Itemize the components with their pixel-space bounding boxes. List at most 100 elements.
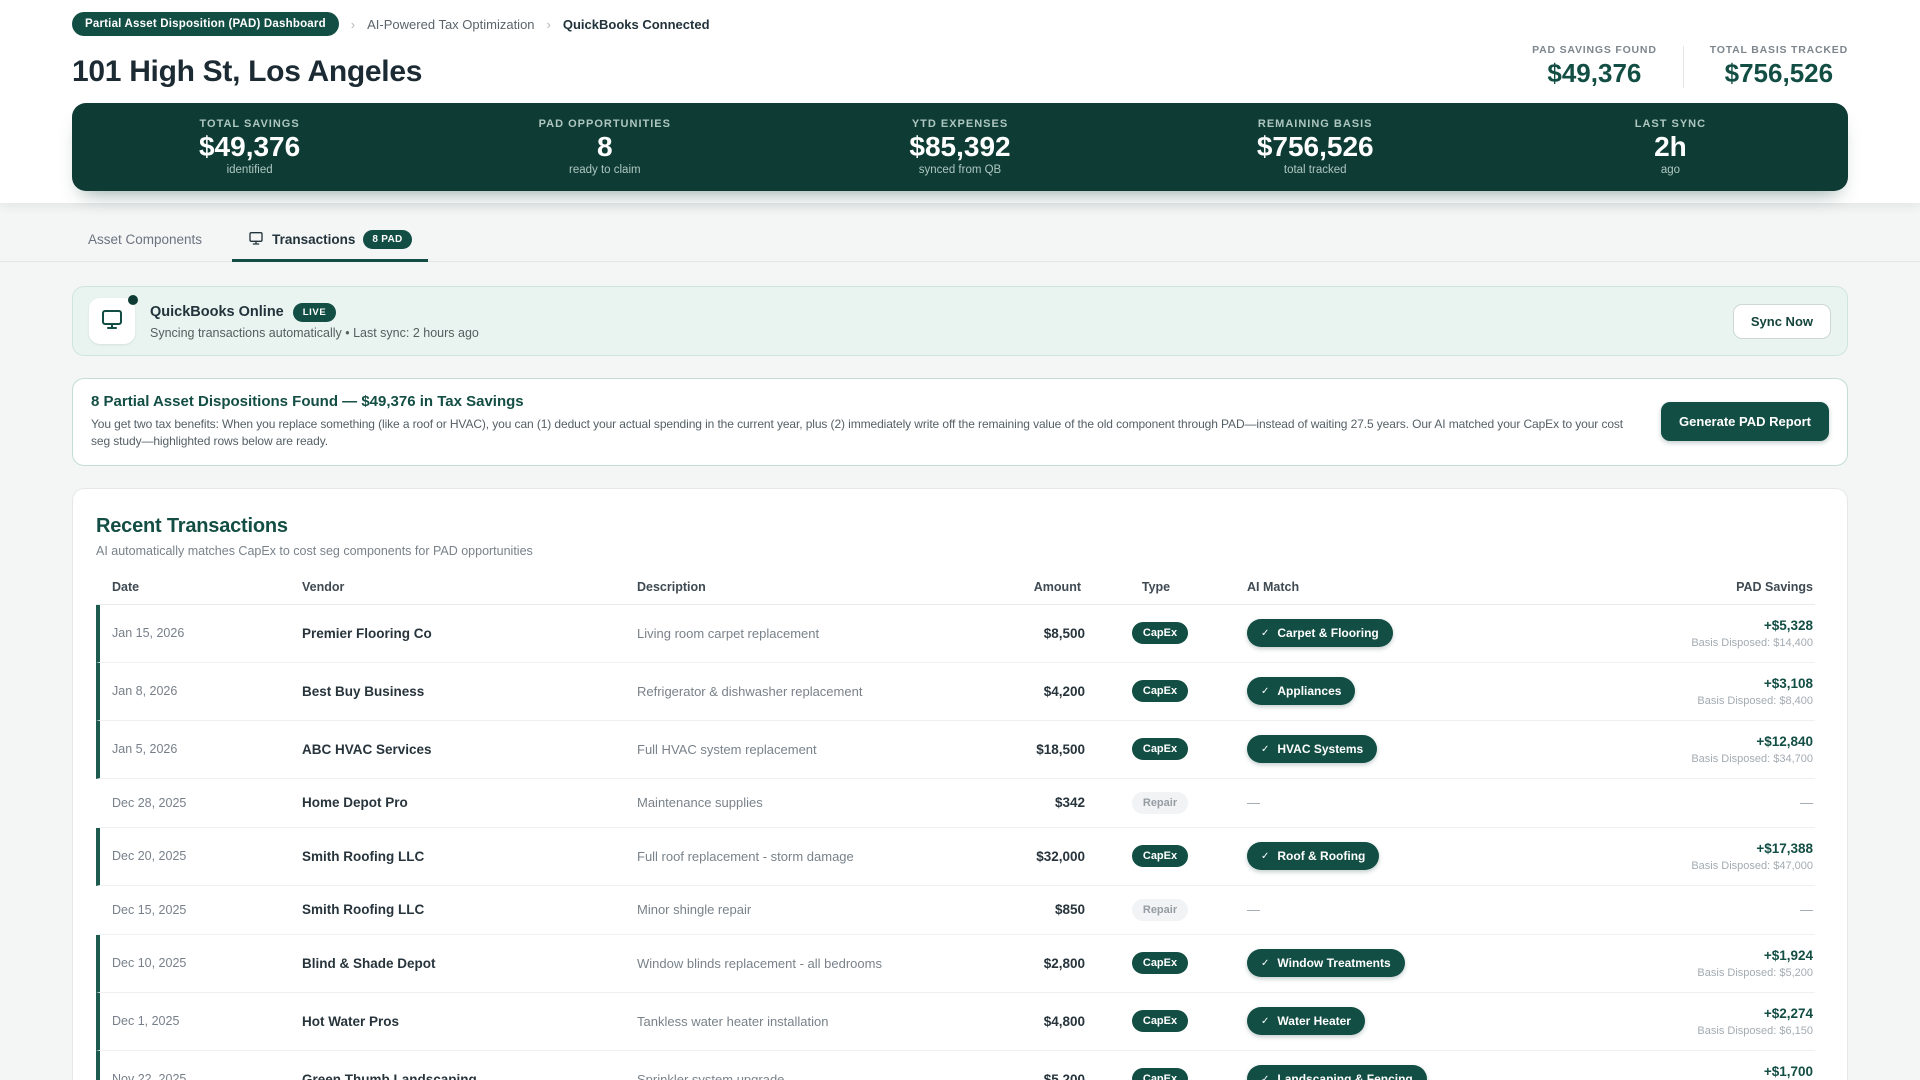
tx-pad-savings: +$1,700Basis Disposed: $4,600 <box>1645 1064 1815 1080</box>
basis-disposed: Basis Disposed: $34,700 <box>1657 753 1813 765</box>
check-icon: ✓ <box>1261 1074 1269 1080</box>
table-row[interactable]: Dec 28, 2025Home Depot ProMaintenance su… <box>96 779 1815 828</box>
ai-match-chip: ✓Roof & Roofing <box>1247 842 1379 870</box>
quickbooks-sync-banner: QuickBooks Online LIVE Syncing transacti… <box>72 286 1848 356</box>
monitor-icon <box>248 230 264 249</box>
generate-pad-report-button[interactable]: Generate PAD Report <box>1661 402 1829 441</box>
tx-vendor: Home Depot Pro <box>290 795 625 810</box>
ai-match-chip: ✓Carpet & Flooring <box>1247 619 1393 647</box>
tx-vendor: Premier Flooring Co <box>290 626 625 641</box>
breadcrumb-item-ai: AI-Powered Tax Optimization <box>367 17 534 32</box>
table-row[interactable]: Jan 5, 2026ABC HVAC ServicesFull HVAC sy… <box>96 721 1815 779</box>
table-row[interactable]: Dec 20, 2025Smith Roofing LLCFull roof r… <box>96 828 1815 886</box>
tx-amount: $342 <box>955 795 1085 810</box>
column-header-vendor: Vendor <box>286 580 621 594</box>
tx-ai-match: ✓Appliances <box>1235 677 1645 705</box>
check-icon: ✓ <box>1261 851 1269 862</box>
savings-amount: +$2,274 <box>1657 1006 1813 1021</box>
stat-last-sync: LAST SYNC 2h ago <box>1493 118 1848 177</box>
tx-pad-savings: — <box>1645 901 1815 919</box>
type-pill: CapEx <box>1132 738 1188 760</box>
stat-total-savings: TOTAL SAVINGS $49,376 identified <box>72 118 427 177</box>
basis-disposed: Basis Disposed: $5,200 <box>1657 967 1813 979</box>
tx-pad-savings: +$3,108Basis Disposed: $8,400 <box>1645 676 1815 707</box>
basis-disposed: Basis Disposed: $14,400 <box>1657 637 1813 649</box>
pad-count-badge: 8 PAD <box>363 230 411 249</box>
type-pill: CapEx <box>1132 845 1188 867</box>
savings-amount: +$12,840 <box>1657 734 1813 749</box>
tx-amount: $2,800 <box>955 956 1085 971</box>
divider <box>1683 46 1684 88</box>
savings-amount: +$17,388 <box>1657 841 1813 856</box>
empty-value: — <box>1800 902 1813 917</box>
section-subtitle: AI automatically matches CapEx to cost s… <box>96 544 1815 558</box>
type-pill: Repair <box>1132 899 1188 921</box>
table-row[interactable]: Dec 10, 2025Blind & Shade DepotWindow bl… <box>96 935 1815 993</box>
summary-stats-bar: TOTAL SAVINGS $49,376 identified PAD OPP… <box>72 103 1848 191</box>
quickbooks-tile <box>89 298 135 344</box>
tab-bar: Asset Components Transactions 8 PAD <box>0 219 1920 262</box>
monitor-icon <box>100 307 124 336</box>
type-pill: Repair <box>1132 792 1188 814</box>
tab-asset-components[interactable]: Asset Components <box>72 219 218 262</box>
tx-date: Dec 1, 2025 <box>100 1014 290 1028</box>
tx-vendor: Smith Roofing LLC <box>290 902 625 917</box>
savings-amount: +$3,108 <box>1657 676 1813 691</box>
tx-pad-savings: +$2,274 Basis Disposed: $6,150 <box>1645 1006 1815 1037</box>
table-row[interactable]: Jan 8, 2026Best Buy BusinessRefrigerator… <box>96 663 1815 721</box>
table-row[interactable]: Dec 15, 2025Smith Roofing LLCMinor shing… <box>96 886 1815 935</box>
tx-pad-savings: +$1,924 Basis Disposed: $5,200 <box>1645 948 1815 979</box>
tx-date: Dec 20, 2025 <box>100 849 290 863</box>
sync-now-button[interactable]: Sync Now <box>1733 304 1831 339</box>
chevron-separator-icon: › <box>351 17 355 32</box>
tx-vendor: Green Thumb Landscaping <box>290 1072 625 1080</box>
savings-amount: +$5,328 <box>1657 618 1813 633</box>
tx-date: Jan 15, 2026 <box>100 626 290 640</box>
stat-pad-opportunities: PAD OPPORTUNITIES 8 ready to claim <box>427 118 782 177</box>
table-row[interactable]: Nov 22, 2025Green Thumb LandscapingSprin… <box>96 1051 1815 1080</box>
stat-remaining-basis: REMAINING BASIS $756,526 total tracked <box>1138 118 1493 177</box>
ai-match-chip: ✓HVAC Systems <box>1247 735 1377 763</box>
transactions-table: Date Vendor Description Amount Type AI M… <box>96 580 1815 1080</box>
savings-amount: +$1,924 <box>1657 948 1813 963</box>
tx-type-badge: CapEx <box>1085 680 1235 702</box>
tx-ai-match: ✓Carpet & Flooring <box>1235 619 1645 647</box>
column-header-date: Date <box>96 580 286 594</box>
type-pill: CapEx <box>1132 952 1188 974</box>
stat-pad-savings-found: PAD SAVINGS FOUND $49,376 <box>1532 44 1657 89</box>
tx-date: Jan 5, 2026 <box>100 742 290 756</box>
tx-amount: $4,800 <box>955 1014 1085 1029</box>
section-title: Recent Transactions <box>96 515 1815 538</box>
tx-type-badge: CapEx <box>1085 622 1235 644</box>
page-title: 101 High St, Los Angeles <box>72 55 422 89</box>
ai-match-chip: ✓Window Treatments <box>1247 949 1405 977</box>
type-pill: CapEx <box>1132 622 1188 644</box>
table-row[interactable]: Dec 1, 2025Hot Water ProsTankless water … <box>96 993 1815 1051</box>
tx-ai-match: ✓Water Heater <box>1235 1007 1645 1035</box>
tx-vendor: ABC HVAC Services <box>290 742 625 757</box>
tx-description: Minor shingle repair <box>625 902 955 917</box>
breadcrumb-item-quickbooks: QuickBooks Connected <box>563 17 710 32</box>
tx-date: Dec 10, 2025 <box>100 956 290 970</box>
table-row[interactable]: Jan 15, 2026Premier Flooring CoLiving ro… <box>96 605 1815 663</box>
tx-type-badge: CapEx <box>1085 738 1235 760</box>
check-icon: ✓ <box>1261 744 1269 755</box>
column-header-type: Type <box>1081 580 1231 594</box>
basis-disposed: Basis Disposed: $47,000 <box>1657 860 1813 872</box>
basis-disposed: Basis Disposed: $6,150 <box>1657 1025 1813 1037</box>
tx-type-badge: Repair <box>1085 792 1235 814</box>
dashboard-badge: Partial Asset Disposition (PAD) Dashboar… <box>72 12 339 36</box>
tx-date: Dec 15, 2025 <box>100 903 290 917</box>
stat-total-basis-tracked: TOTAL BASIS TRACKED $756,526 <box>1710 44 1848 89</box>
page-header: Partial Asset Disposition (PAD) Dashboar… <box>0 0 1920 203</box>
chevron-separator-icon: › <box>547 17 551 32</box>
ai-match-chip: ✓Landscaping & Fencing <box>1247 1065 1427 1080</box>
tx-ai-match: ✓Window Treatments <box>1235 949 1645 977</box>
tab-transactions[interactable]: Transactions 8 PAD <box>232 219 428 262</box>
tx-type-badge: CapEx <box>1085 1010 1235 1032</box>
tx-description: Window blinds replacement - all bedrooms <box>625 956 955 971</box>
savings-amount: +$1,700 <box>1657 1064 1813 1079</box>
tx-amount: $18,500 <box>955 742 1085 757</box>
type-pill: CapEx <box>1132 680 1188 702</box>
tx-ai-match: ✓HVAC Systems <box>1235 735 1645 763</box>
